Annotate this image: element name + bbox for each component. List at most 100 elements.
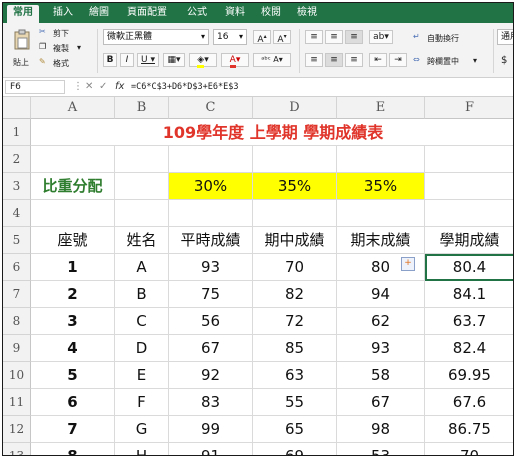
cell[interactable]: 4: [31, 335, 115, 362]
merge-center-button[interactable]: ⇔ 跨欄置中 ▾: [413, 54, 483, 68]
font-name-select[interactable]: 微軟正黑體 ▾: [103, 29, 209, 45]
column-header[interactable]: D: [253, 97, 337, 119]
cell[interactable]: 5: [31, 362, 115, 389]
cell[interactable]: 93: [169, 254, 253, 281]
cell[interactable]: 98: [337, 416, 425, 443]
cell[interactable]: C: [115, 308, 169, 335]
cut-button[interactable]: ✂ 剪下: [39, 27, 83, 40]
number-format-select[interactable]: 通用: [497, 29, 513, 45]
cell[interactable]: [425, 200, 513, 227]
tab-home[interactable]: 常用: [7, 5, 39, 23]
cell[interactable]: 平時成績: [169, 227, 253, 254]
insert-function-button[interactable]: fx: [115, 80, 124, 94]
cancel-icon[interactable]: ✕: [85, 80, 93, 94]
column-header[interactable]: A: [31, 97, 115, 119]
cell[interactable]: [169, 146, 253, 173]
row-header[interactable]: 6: [3, 254, 31, 281]
row-header[interactable]: 12: [3, 416, 31, 443]
cell[interactable]: 67.6: [425, 389, 513, 416]
cell[interactable]: [253, 146, 337, 173]
cell[interactable]: 83: [169, 389, 253, 416]
cell[interactable]: [337, 146, 425, 173]
cell[interactable]: [115, 173, 169, 200]
cell[interactable]: G: [115, 416, 169, 443]
row-header[interactable]: 9: [3, 335, 31, 362]
fill-color-button[interactable]: ◈▾: [189, 53, 217, 68]
underline-button[interactable]: U ▾: [137, 53, 159, 67]
align-left-button[interactable]: ≡: [305, 53, 323, 67]
row-header[interactable]: 8: [3, 308, 31, 335]
row-header[interactable]: 5: [3, 227, 31, 254]
align-center-button[interactable]: ≡: [325, 53, 343, 67]
cell[interactable]: 53: [337, 443, 425, 455]
formula-input[interactable]: =C6*C$3+D6*D$3+E6*E$3: [131, 80, 238, 94]
cell[interactable]: 8: [31, 443, 115, 455]
row-header[interactable]: 10: [3, 362, 31, 389]
cell[interactable]: 58: [337, 362, 425, 389]
cell[interactable]: [253, 200, 337, 227]
font-color-button[interactable]: A▾: [221, 53, 249, 68]
borders-button[interactable]: ▦▾: [163, 53, 185, 67]
cell[interactable]: 70: [253, 254, 337, 281]
cell[interactable]: 84.1: [425, 281, 513, 308]
cell[interactable]: 35%: [253, 173, 337, 200]
sheet-title[interactable]: 109學年度 上學期 學期成績表: [31, 119, 513, 146]
column-header[interactable]: B: [115, 97, 169, 119]
align-top-button[interactable]: ≡: [305, 30, 323, 44]
cell[interactable]: F: [115, 389, 169, 416]
cell[interactable]: 69: [253, 443, 337, 455]
row-header[interactable]: 11: [3, 389, 31, 416]
decrease-indent-button[interactable]: ⇤: [369, 53, 387, 67]
cell[interactable]: 63: [253, 362, 337, 389]
cell[interactable]: 82.4: [425, 335, 513, 362]
format-painter-button[interactable]: ✎ 格式: [39, 57, 83, 70]
cell[interactable]: [169, 200, 253, 227]
align-middle-button[interactable]: ≡: [325, 30, 343, 44]
align-right-button[interactable]: ≡: [345, 53, 363, 67]
cell[interactable]: 92: [169, 362, 253, 389]
select-all-corner[interactable]: [3, 97, 31, 119]
row-header[interactable]: 2: [3, 146, 31, 173]
tab-page-layout[interactable]: 頁面配置: [121, 5, 173, 21]
cell[interactable]: 85: [253, 335, 337, 362]
cell[interactable]: 72: [253, 308, 337, 335]
cell[interactable]: 80.4: [425, 254, 513, 281]
cell[interactable]: A: [115, 254, 169, 281]
cell[interactable]: [115, 200, 169, 227]
cell[interactable]: 67: [337, 389, 425, 416]
cell[interactable]: 99: [169, 416, 253, 443]
cell[interactable]: [31, 146, 115, 173]
increase-indent-button[interactable]: ⇥: [389, 53, 407, 67]
cell[interactable]: 姓名: [115, 227, 169, 254]
cell[interactable]: [425, 173, 513, 200]
cell[interactable]: 學期成績: [425, 227, 513, 254]
cell[interactable]: 86.75: [425, 416, 513, 443]
cell[interactable]: 座號: [31, 227, 115, 254]
align-bottom-button[interactable]: ≡: [345, 30, 363, 44]
row-header[interactable]: 4: [3, 200, 31, 227]
cell[interactable]: 1: [31, 254, 115, 281]
cell[interactable]: 65: [253, 416, 337, 443]
bold-button[interactable]: B: [103, 53, 117, 67]
name-box[interactable]: F6: [5, 80, 65, 94]
currency-button[interactable]: $: [501, 55, 507, 66]
column-header[interactable]: C: [169, 97, 253, 119]
decrease-font-button[interactable]: A▾: [273, 30, 291, 45]
cell[interactable]: B: [115, 281, 169, 308]
phonetic-button[interactable]: ᵃᵇᶜ A▾: [253, 53, 291, 67]
cell[interactable]: [115, 146, 169, 173]
wrap-text-button[interactable]: ↵ 自動換行: [413, 31, 477, 45]
copy-button[interactable]: ❐ 複製 ▾: [39, 42, 89, 55]
italic-button[interactable]: I: [120, 53, 134, 67]
row-header[interactable]: 13: [3, 443, 31, 455]
tab-data[interactable]: 資料: [219, 5, 251, 21]
row-header[interactable]: 1: [3, 119, 31, 146]
row-header[interactable]: 3: [3, 173, 31, 200]
cell[interactable]: [425, 146, 513, 173]
cell[interactable]: 7: [31, 416, 115, 443]
paste-options-icon[interactable]: +: [401, 257, 415, 271]
orientation-button[interactable]: ab▾: [369, 30, 393, 44]
cell[interactable]: 3: [31, 308, 115, 335]
tab-view[interactable]: 檢視: [291, 5, 323, 21]
cell[interactable]: 91: [169, 443, 253, 455]
